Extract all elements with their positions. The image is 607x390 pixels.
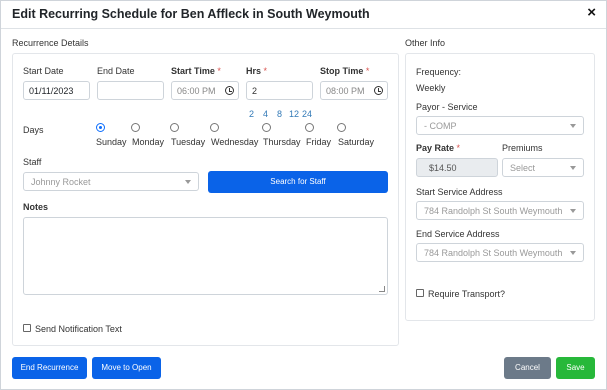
day-radio-tuesday[interactable] [170, 123, 179, 132]
days-label: Days [23, 125, 44, 135]
day-radio-wednesday[interactable] [210, 123, 219, 132]
stop-time-value: 08:00 PM [326, 86, 365, 96]
premiums-select-value: Select [510, 163, 536, 173]
start-time-label-text: Start Time [171, 66, 215, 76]
day-label-monday: Monday [132, 137, 165, 147]
payor-service-value: - COMP [424, 121, 457, 131]
hrs-label: Hrs * [246, 66, 267, 76]
resize-handle-icon[interactable] [379, 286, 385, 292]
day-radio-friday[interactable] [305, 123, 314, 132]
stop-time-input[interactable]: 08:00 PM [320, 81, 388, 100]
day-radio-monday[interactable] [131, 123, 140, 132]
hrs-label-text: Hrs [246, 66, 262, 76]
end-service-address-select[interactable]: 784 Randolph St South Weymouth [416, 243, 584, 262]
pay-rate-label-text: Pay Rate [416, 143, 455, 153]
notes-textarea[interactable] [23, 217, 388, 295]
send-notification-checkbox[interactable] [23, 324, 31, 332]
hrs-preset-8[interactable]: 8 [277, 109, 282, 119]
stop-time-label-text: Stop Time [320, 66, 364, 76]
required-mark: * [365, 66, 370, 76]
stop-time-label: Stop Time * [320, 66, 369, 76]
cancel-button[interactable]: Cancel [504, 357, 551, 379]
require-transport-checkbox[interactable] [416, 289, 424, 297]
send-notification-label: Send Notification Text [35, 324, 122, 334]
end-service-address-value: 784 Randolph St South Weymouth [424, 248, 563, 258]
recurrence-details-label: Recurrence Details [12, 38, 89, 48]
frequency-value: Weekly [416, 83, 446, 93]
frequency-label: Frequency: [416, 67, 462, 77]
required-mark: * [217, 66, 221, 76]
payor-service-select[interactable]: - COMP [416, 116, 584, 135]
notes-label: Notes [23, 202, 49, 212]
day-radio-sunday[interactable] [96, 123, 105, 132]
staff-select[interactable]: Johnny Rocket [23, 172, 199, 191]
hrs-preset-12[interactable]: 12 [289, 109, 299, 119]
start-date-label: Start Date [23, 66, 64, 76]
premiums-select[interactable]: Select [502, 158, 584, 177]
start-time-label: Start Time * [171, 66, 221, 76]
day-radio-saturday[interactable] [337, 123, 346, 132]
day-label-sunday: Sunday [96, 137, 127, 147]
modal-title: Edit Recurring Schedule for Ben Affleck … [12, 7, 370, 21]
chevron-down-icon [570, 124, 576, 128]
search-for-staff-button[interactable]: Search for Staff [208, 171, 388, 193]
hrs-preset-2[interactable]: 2 [249, 109, 254, 119]
required-mark: * [456, 143, 461, 153]
close-icon[interactable]: × [587, 5, 596, 21]
clock-icon[interactable] [374, 86, 383, 95]
end-date-input[interactable] [97, 81, 164, 100]
modal-header: Edit Recurring Schedule for Ben Affleck … [1, 1, 606, 29]
save-button[interactable]: Save [556, 357, 595, 379]
staff-label: Staff [23, 157, 42, 167]
chevron-down-icon [185, 180, 191, 184]
pay-rate-label: Pay Rate * [416, 143, 460, 153]
hrs-preset-4[interactable]: 4 [263, 109, 268, 119]
start-service-address-label: Start Service Address [416, 187, 503, 197]
start-service-address-value: 784 Randolph St South Weymouth [424, 206, 563, 216]
required-mark: * [263, 66, 268, 76]
move-to-open-button[interactable]: Move to Open [92, 357, 161, 379]
day-label-friday: Friday [306, 137, 332, 147]
day-label-wednesday: Wednesday [211, 137, 259, 147]
other-info-label: Other Info [405, 38, 446, 48]
day-label-tuesday: Tuesday [171, 137, 206, 147]
hrs-input[interactable]: 2 [246, 81, 313, 100]
end-recurrence-button[interactable]: End Recurrence [12, 357, 87, 379]
start-time-value: 06:00 PM [177, 86, 216, 96]
start-service-address-select[interactable]: 784 Randolph St South Weymouth [416, 201, 584, 220]
start-date-input[interactable]: 01/11/2023 [23, 81, 90, 100]
payor-service-label: Payor - Service [416, 102, 478, 112]
hrs-preset-24[interactable]: 24 [302, 109, 312, 119]
pay-rate-input: $14.50 [416, 158, 498, 177]
clock-icon[interactable] [225, 86, 234, 95]
chevron-down-icon [570, 251, 576, 255]
chevron-down-icon [570, 166, 576, 170]
premiums-label: Premiums [502, 143, 543, 153]
end-date-label: End Date [97, 66, 135, 76]
end-service-address-label: End Service Address [416, 229, 500, 239]
day-label-saturday: Saturday [338, 137, 375, 147]
require-transport-label: Require Transport? [428, 289, 506, 299]
staff-select-value: Johnny Rocket [31, 177, 91, 187]
start-time-input[interactable]: 06:00 PM [171, 81, 239, 100]
day-label-thursday: Thursday [263, 137, 301, 147]
day-radio-thursday[interactable] [262, 123, 271, 132]
chevron-down-icon [570, 209, 576, 213]
edit-recurring-schedule-modal: Edit Recurring Schedule for Ben Affleck … [0, 0, 607, 390]
